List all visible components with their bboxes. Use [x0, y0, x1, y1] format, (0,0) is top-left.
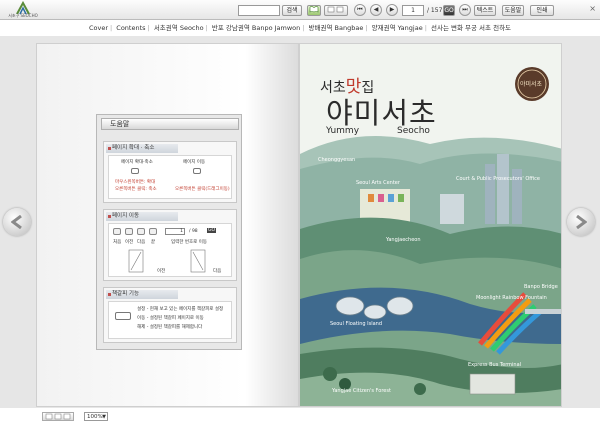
thumbnails-icon	[45, 413, 71, 420]
zoom-body: 페이지 확대·축소 페이지 이동 마우스왼쪽버튼: 확대 오른쪽버튼 클릭: 축…	[108, 155, 232, 199]
bottom-bar: 100% ▼	[0, 409, 600, 425]
demo-label-goto: 입력한 번호로 이동	[171, 240, 207, 245]
label-court: Court & Public Prosecutors' Office	[456, 176, 540, 182]
text-mode-button[interactable]: 텍스트	[474, 5, 496, 16]
nav-item-bangbae[interactable]: 방배권역 Bangbae	[307, 21, 366, 35]
help-move-section: 페이지 이동 1 / 98 GO 처음 이전 다음 끝 입력한 번호로 이동 이…	[103, 209, 237, 281]
arrow-right-icon	[576, 215, 587, 229]
demo-page-input: 1	[165, 228, 185, 235]
help-zoom-section: 페이지 확대 · 축소 페이지 확대·축소 페이지 이동 마우스왼쪽버튼: 확대…	[103, 141, 237, 203]
thumbnail-icon	[327, 6, 344, 13]
zoom-value: 100%	[87, 414, 103, 420]
arrow-left-icon	[11, 215, 22, 229]
demo-label-prev: 이전	[125, 240, 134, 245]
mouse-left-icon	[131, 168, 139, 174]
nav-item-yangjae[interactable]: 양재권역 Yangjae	[370, 21, 425, 35]
demo-first-icon	[113, 228, 121, 235]
cover-page[interactable]: 야미서초 서초맛집 야미서초 Yummy Seocho Cheonggyesan…	[299, 43, 562, 407]
logo-text: 서초구 SEOCHO	[8, 13, 38, 18]
label-floating-island: Seoul Floating Island	[330, 321, 383, 327]
label-rainbow-fountain: Moonlight Rainbow Fountain	[476, 295, 547, 301]
next-spread-button[interactable]	[567, 208, 595, 236]
demo-prev-icon	[125, 228, 133, 235]
label-yangjaecheon: Yangjaecheon	[386, 237, 421, 243]
demo-next-icon	[137, 228, 145, 235]
help-title: 도움말	[101, 118, 239, 130]
chevron-down-icon: ▼	[102, 414, 106, 420]
move-heading: 페이지 이동	[106, 212, 178, 221]
first-page-button[interactable]: ⏮	[354, 4, 366, 16]
seocho-logo: 서초구 SEOCHO	[3, 0, 43, 19]
page-flip-diagram	[128, 249, 206, 273]
next-page-button[interactable]: ▶	[386, 4, 398, 16]
zoom-right-line1: 오른쪽버튼 클릭(드래그이동)	[175, 187, 230, 192]
help-panel: 도움말 페이지 확대 · 축소 페이지 확대·축소 페이지 이동 마우스왼쪽버튼…	[96, 114, 242, 350]
help-button[interactable]: 도움말	[502, 5, 524, 16]
bookmark-icon	[115, 312, 131, 320]
demo-next-text: 다음	[213, 269, 222, 274]
prev-page-button[interactable]: ◀	[370, 4, 382, 16]
zoom-heading: 페이지 확대 · 축소	[106, 144, 178, 153]
bookmark-heading: 책갈피 기능	[106, 290, 178, 299]
zoom-right-label: 페이지 이동	[183, 160, 206, 165]
cover-english-right: Seocho	[397, 126, 430, 136]
bookmark-line1: 설정 - 현재 보고 있는 페이지를 책갈피로 설정	[137, 307, 224, 312]
nav-item-seocho[interactable]: 서초권역 Seocho	[152, 21, 206, 35]
demo-label-last: 끝	[151, 240, 156, 245]
demo-prev-text: 이전	[157, 269, 166, 274]
zoom-left-label: 페이지 확대·축소	[121, 160, 153, 165]
demo-go-button: GO	[207, 228, 217, 233]
help-bookmark-section: 책갈피 기능 설정 - 현재 보고 있는 페이지를 책갈피로 설정 이동 - 설…	[103, 287, 237, 343]
last-page-icon: ⏭	[462, 6, 468, 13]
label-banpo-bridge: Banpo Bridge	[524, 284, 558, 290]
next-page-icon: ▶	[389, 6, 395, 13]
top-toolbar: 서초구 SEOCHO 검색 ⏮ ◀ ▶ 1 / 157 GO ⏭ 텍스트 도움말…	[0, 0, 600, 20]
nav-item-banpo[interactable]: 반포 강남권역 Banpo Jamwon	[210, 21, 302, 35]
demo-last-icon	[149, 228, 157, 235]
book-spread: 야미서초 서초맛집 야미서초 Yummy Seocho Cheonggyesan…	[36, 43, 562, 411]
search-input[interactable]	[238, 5, 280, 16]
zoom-left-line2: 오른쪽버튼 클릭: 축소	[115, 187, 157, 192]
nav-item-map[interactable]: 선사는 변화 무궁 서초 천하도	[429, 21, 513, 35]
search-button[interactable]: 검색	[282, 5, 302, 16]
go-button[interactable]: GO	[443, 5, 455, 16]
label-arts-center: Seoul Arts Center	[356, 180, 400, 186]
label-citizens-forest: Yangjae Citizen's Forest	[332, 388, 391, 394]
first-page-icon: ⏮	[357, 6, 363, 13]
last-page-button[interactable]: ⏭	[459, 4, 471, 16]
nav-item-cover[interactable]: Cover	[87, 21, 110, 35]
demo-label-next: 다음	[137, 240, 146, 245]
section-nav: Cover | Contents | 서초권역 Seocho | 반포 강남권역 Ba…	[0, 21, 600, 35]
bookmark-body: 설정 - 현재 보고 있는 페이지를 책갈피로 설정 이동 - 설정된 책갈피 …	[108, 301, 232, 339]
demo-label-first: 처음	[113, 240, 122, 245]
move-body: 1 / 98 GO 처음 이전 다음 끝 입력한 번호로 이동 이전 다음	[108, 223, 232, 277]
prev-spread-button[interactable]	[3, 208, 31, 236]
zoom-left-line1: 마우스왼쪽버튼: 확대	[115, 180, 156, 185]
demo-page-total: / 98	[189, 229, 198, 234]
book-icon	[309, 6, 319, 13]
page-total: / 157	[427, 7, 443, 14]
print-button[interactable]: 인쇄	[530, 5, 554, 16]
nav-item-contents[interactable]: Contents	[114, 21, 147, 35]
cover-seal-text: 야미서초	[520, 81, 543, 88]
bookmark-line2: 이동 - 설정된 책갈피 페이지로 이동	[137, 316, 204, 321]
thumbnail-view-button[interactable]	[324, 5, 348, 16]
close-icon[interactable]: ×	[589, 4, 596, 13]
prev-page-icon: ◀	[373, 6, 379, 13]
page-number-input[interactable]: 1	[402, 5, 424, 16]
label-bus-terminal: Express Bus Terminal	[468, 362, 522, 368]
label-cheonggyesan: Cheonggyesan	[318, 157, 356, 163]
thumbnails-button[interactable]	[42, 412, 74, 421]
book-viewer: 야미서초 서초맛집 야미서초 Yummy Seocho Cheonggyesan…	[0, 36, 600, 408]
mouse-right-icon	[193, 168, 201, 174]
cover-english-left: Yummy	[326, 126, 360, 136]
bookmark-line3: 해제 - 설정된 책갈피를 해제합니다	[137, 325, 203, 330]
book-icon-button[interactable]	[307, 5, 321, 16]
zoom-select[interactable]: 100% ▼	[84, 412, 108, 421]
